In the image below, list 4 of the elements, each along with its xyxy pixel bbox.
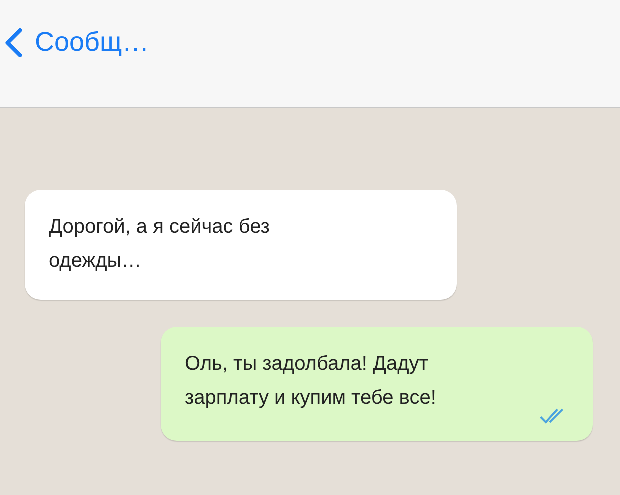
message-text: Оль, ты задолбала! Дадут зарплату и купим тебе все! xyxy=(185,352,438,411)
back-chevron-icon xyxy=(5,28,23,58)
message-text: Дорогой, а я сейчас без одежды… xyxy=(49,215,271,274)
back-button[interactable]: Сообщ… xyxy=(5,22,150,63)
